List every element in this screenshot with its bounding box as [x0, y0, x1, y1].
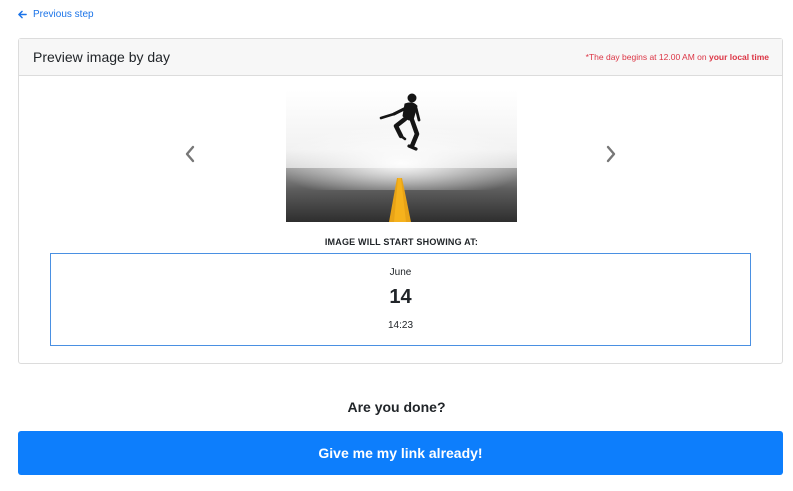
arrow-left-icon: [18, 10, 27, 19]
done-question: Are you done?: [347, 399, 446, 415]
chevron-right-icon: [605, 145, 617, 168]
preview-title: Preview image by day: [33, 49, 170, 65]
day-start-note-text: *The day begins at 12.00 AM on: [585, 52, 709, 62]
chevron-left-icon: [184, 145, 196, 168]
previous-day-button[interactable]: [182, 145, 198, 168]
day-start-note: *The day begins at 12.00 AM on your loca…: [586, 52, 769, 62]
preview-card-header: Preview image by day *The day begins at …: [19, 39, 782, 76]
get-link-button[interactable]: Give me my link already!: [18, 431, 783, 475]
start-date-box: June 14 14:23: [50, 253, 751, 346]
start-day: 14: [389, 286, 412, 308]
preview-card: Preview image by day *The day begins at …: [18, 38, 783, 364]
preview-image: [286, 90, 517, 222]
start-showing-label: IMAGE WILL START SHOWING AT:: [324, 237, 479, 247]
next-day-button[interactable]: [603, 145, 619, 168]
local-time-emphasis: your local time: [709, 52, 769, 62]
previous-step-label: Previous step: [33, 9, 94, 20]
start-month: June: [389, 267, 412, 278]
previous-step-link[interactable]: Previous step: [18, 9, 94, 20]
start-time: 14:23: [387, 320, 414, 331]
